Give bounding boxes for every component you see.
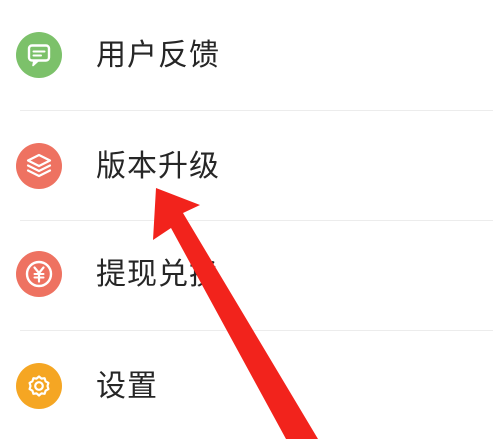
feedback-icon: [16, 32, 62, 78]
menu-item-withdraw-exchange[interactable]: 提现兑换: [0, 221, 493, 331]
menu-item-label: 设置: [96, 369, 158, 404]
layers-icon: [16, 143, 62, 189]
menu-item-label: 提现兑换: [96, 257, 220, 292]
menu-item-version-upgrade[interactable]: 版本升级: [0, 111, 493, 221]
menu-item-settings[interactable]: 设置: [0, 331, 493, 441]
gear-icon: [16, 363, 62, 409]
menu-item-label: 版本升级: [96, 149, 220, 184]
settings-menu-list: 用户反馈 版本升级 提现兑换 设置: [0, 0, 493, 439]
menu-item-label: 用户反馈: [96, 38, 220, 73]
menu-item-user-feedback[interactable]: 用户反馈: [0, 0, 493, 110]
yuan-icon: [16, 251, 62, 297]
